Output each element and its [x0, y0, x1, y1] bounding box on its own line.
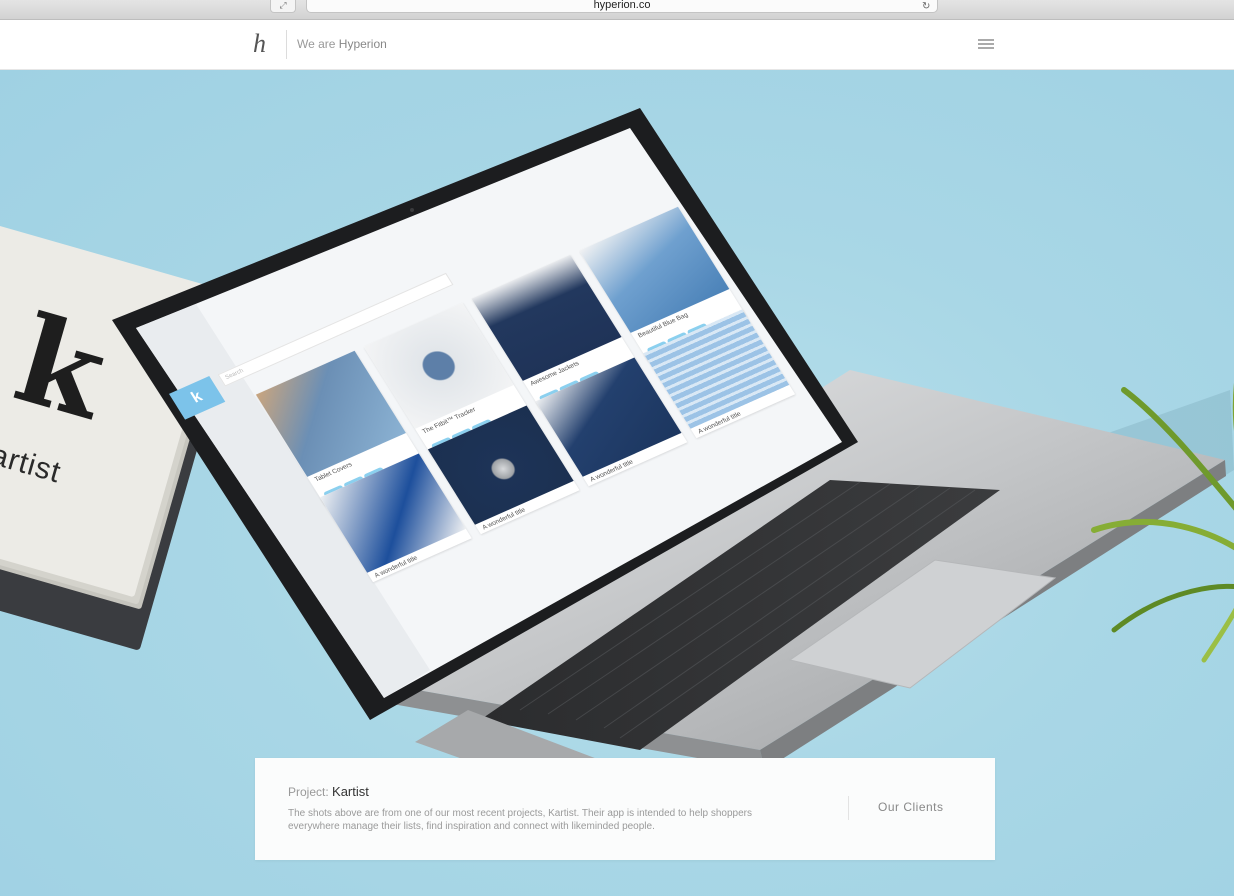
hero-scene: k kartist k Search Tablet Covers The Fit… — [0, 70, 1234, 896]
address-bar[interactable]: hyperion.co — [306, 0, 938, 13]
plant-illustration — [1091, 382, 1234, 663]
our-clients-link[interactable]: Our Clients — [878, 800, 944, 814]
reload-icon[interactable]: ↻ — [922, 1, 930, 12]
header-divider — [286, 30, 287, 59]
tagline: We are Hyperion — [297, 37, 387, 51]
site-header: h We are Hyperion — [0, 20, 1234, 70]
project-heading: Project: Kartist — [288, 784, 369, 799]
panel-divider — [848, 796, 849, 820]
project-name: Kartist — [332, 784, 369, 799]
tagline-prefix: We are — [297, 37, 339, 51]
hyperion-logo[interactable]: h — [253, 30, 266, 58]
project-description: The shots above are from one of our most… — [288, 808, 752, 832]
project-info-panel: Project: Kartist The shots above are fro… — [255, 758, 995, 860]
browser-toolbar: ⤢ hyperion.co ↻ — [0, 0, 1234, 20]
url-text: hyperion.co — [593, 0, 651, 11]
hamburger-menu-icon[interactable] — [978, 39, 994, 50]
tagline-brand: Hyperion — [338, 37, 387, 51]
project-label: Project: — [288, 785, 329, 799]
expand-icon[interactable]: ⤢ — [270, 0, 296, 13]
